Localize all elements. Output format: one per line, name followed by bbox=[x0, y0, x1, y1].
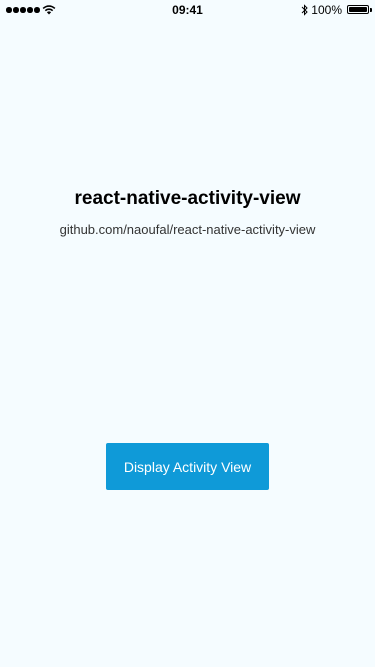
battery-nub bbox=[370, 8, 372, 12]
bluetooth-icon bbox=[301, 4, 308, 16]
status-bar: 09:41 100% bbox=[0, 0, 375, 20]
repo-link: github.com/naoufal/react-native-activity… bbox=[59, 222, 316, 237]
battery-percent: 100% bbox=[311, 3, 342, 17]
battery-icon bbox=[347, 5, 369, 14]
display-activity-view-button[interactable]: Display Activity View bbox=[106, 443, 269, 490]
page-title: react-native-activity-view bbox=[74, 188, 301, 209]
app-screen: 09:41 100% react-native-activity-view gi… bbox=[0, 0, 375, 667]
